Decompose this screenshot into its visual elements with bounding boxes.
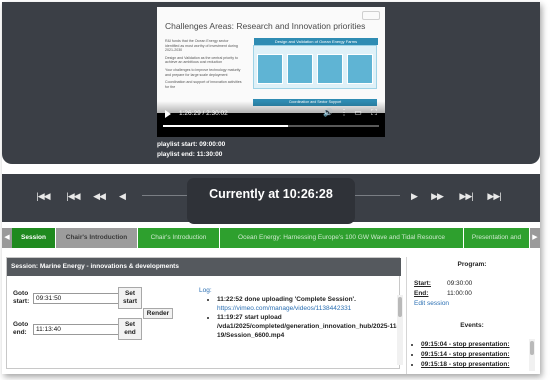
program-title: Program: [457, 261, 487, 268]
events-scroll-thumb[interactable] [530, 341, 534, 355]
goto-end-label-line: Goto [13, 321, 29, 328]
timeline-divider [142, 195, 187, 196]
tab-scroll-left-icon[interactable]: ◀ [2, 228, 12, 248]
jump-start-icon[interactable]: |◀◀ [34, 190, 52, 202]
set-end-label: end [124, 329, 136, 336]
tab-ocean-energy[interactable]: Ocean Energy: Harnessing Europe's 100 GW… [220, 228, 464, 248]
diagram-item [347, 54, 373, 84]
program-start-label: Start: [414, 280, 431, 287]
log-scroll-thumb[interactable] [398, 297, 402, 317]
current-time: Currently at 10:26:28 [209, 187, 333, 201]
slide-bullets: R&I funds that the Ocean Energy sector i… [165, 39, 243, 92]
goto-start-label-line: Goto [13, 290, 29, 297]
step-back-icon[interactable]: ◀ [117, 190, 127, 202]
playlist-end: playlist end: 11:30:00 [157, 151, 223, 158]
program-end-value: 11:00:00 [447, 290, 472, 297]
timeline-nav: |◀◀ |◀◀ ◀◀ ◀ Currently at 10:26:28 ▶ ▶▶ … [2, 174, 540, 224]
playlist-info: playlist start: 09:00:00 playlist end: 1… [157, 140, 225, 160]
settings-icon[interactable]: ⋮ [339, 108, 349, 118]
log-entry-link[interactable]: https://vimeo.com/manage/videos/11384423… [217, 305, 351, 312]
goto-start-label-line: start: [13, 298, 30, 305]
event-item[interactable]: 09:15:18 - stop presentation: [421, 360, 527, 370]
video-progress-fill [163, 125, 289, 127]
event-item[interactable]: 09:15:04 - stop presentation: [421, 340, 527, 350]
events-list: 09:15:04 - stop presentation: 09:15:14 -… [421, 340, 527, 370]
slide-bullet: Design and Validation as the central pri… [165, 55, 239, 65]
slide-bullet: Your challenges to improve technology ma… [165, 67, 241, 77]
log-box: 11:22:52 done uploading 'Complete Sessio… [207, 295, 399, 365]
step-forward-icon[interactable]: ▶ [409, 190, 419, 202]
set-start-button[interactable]: Set start [118, 287, 142, 309]
skip-back-large-icon[interactable]: |◀◀ [64, 190, 82, 202]
session-header: Session: Marine Energy - innovations & d… [7, 258, 401, 276]
current-time-box: Currently at 10:26:28 [187, 178, 355, 224]
log-entry-text: 11:19:27 start upload /vda1/2025/complet… [217, 314, 399, 339]
goto-end-label-line: end: [13, 329, 27, 336]
log-entry: 11:19:27 start upload /vda1/2025/complet… [217, 313, 399, 340]
set-start-label: Set [124, 290, 136, 297]
tab-scroll-right-icon[interactable]: ▶ [530, 228, 540, 248]
end-time-input[interactable] [33, 324, 119, 335]
timeline-divider [355, 195, 400, 196]
log-entry: 11:22:52 done uploading 'Complete Sessio… [217, 295, 399, 313]
edit-session-link[interactable]: Edit session [414, 300, 449, 307]
slide-bullet: R&I funds that the Ocean Energy sector i… [165, 39, 238, 53]
video-time: 1:26:29 / 2:30:02 [179, 110, 228, 117]
tab-chairs-introduction-2[interactable]: Chair's Introduction [138, 228, 220, 248]
video-controls-overlay [157, 101, 385, 137]
tab-presentation[interactable]: Presentation and [464, 228, 530, 248]
goto-end-label: Goto end: [13, 321, 28, 337]
play-icon[interactable] [165, 110, 171, 118]
jump-end-icon[interactable]: ▶▶| [485, 190, 503, 202]
event-item[interactable]: 09:15:14 - stop presentation: [421, 350, 527, 360]
skip-forward-large-icon[interactable]: ▶▶| [457, 190, 475, 202]
pip-icon[interactable]: ▭ [353, 108, 363, 118]
program-end-label: End: [414, 290, 429, 297]
tab-session[interactable]: Session [12, 228, 56, 248]
render-button[interactable]: Render [143, 308, 173, 319]
program-panel: Program: Start: 09:30:00 End: 11:00:00 E… [406, 257, 536, 374]
events-title: Events: [460, 322, 484, 329]
diagram-item [317, 54, 343, 84]
slide-title: Challenges Areas: Research and Innovatio… [165, 21, 366, 31]
start-time-input[interactable] [33, 293, 119, 304]
slide-bullet: Coordination and support of innovation a… [165, 80, 242, 89]
set-end-button[interactable]: Set end [118, 318, 142, 340]
tab-chairs-introduction[interactable]: Chair's Introduction [56, 228, 138, 248]
fast-forward-icon[interactable]: ▶▶ [430, 190, 444, 202]
video-progress-bar[interactable] [163, 125, 379, 127]
set-start-label: start [122, 298, 138, 305]
set-end-label: Set [124, 321, 136, 328]
slide-logo [362, 11, 380, 20]
log-scrollbar[interactable] [397, 295, 403, 365]
video-section: Challenges Areas: Research and Innovatio… [2, 2, 540, 164]
playlist-start: playlist start: 09:00:00 [157, 141, 226, 148]
diagram-item [257, 54, 283, 84]
video-player[interactable]: Challenges Areas: Research and Innovatio… [157, 7, 385, 137]
events-scrollbar[interactable] [529, 339, 535, 371]
slide-diagram: Design and Validation of Ocean Energy Fa… [253, 38, 378, 89]
presentation-slide: Challenges Areas: Research and Innovatio… [157, 7, 385, 113]
volume-icon[interactable]: 🔊 [323, 108, 333, 118]
diagram-item [287, 54, 313, 84]
app-window: Challenges Areas: Research and Innovatio… [2, 2, 540, 374]
log-entry-text: 11:22:52 done uploading 'Complete Sessio… [217, 296, 356, 303]
log-label: Log: [199, 287, 212, 294]
session-panel: Session: Marine Energy - innovations & d… [6, 257, 403, 369]
program-start-value: 09:30:00 [447, 280, 473, 287]
tab-strip: ◀ Session Chair's Introduction Chair's I… [2, 228, 540, 248]
fullscreen-icon[interactable]: ⛶ [369, 108, 379, 118]
diagram-title: Design and Validation of Ocean Energy Fa… [254, 38, 378, 45]
goto-start-label: Goto start: [13, 290, 29, 306]
rewind-icon[interactable]: ◀◀ [92, 190, 106, 202]
